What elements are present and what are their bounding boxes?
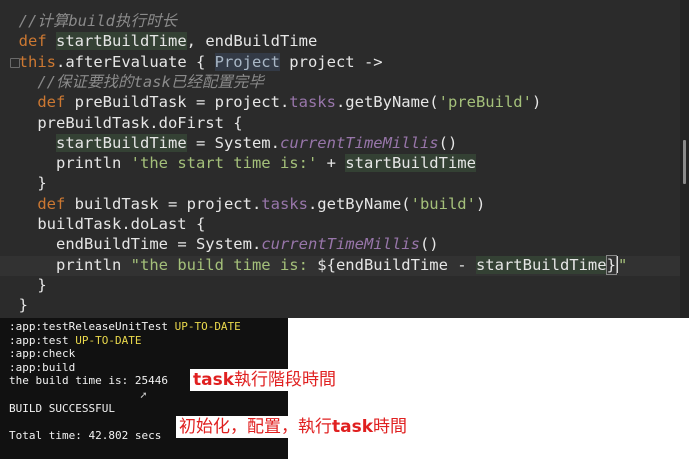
code-line[interactable]: this.afterEvaluate { Project project -> bbox=[0, 52, 383, 72]
code-token: startBuildTime bbox=[345, 154, 476, 173]
code-line[interactable]: } bbox=[0, 173, 47, 193]
code-token: startBuildTime bbox=[56, 133, 187, 152]
code-token: tasks bbox=[289, 93, 336, 112]
code-token: = System. bbox=[186, 133, 280, 152]
code-line[interactable]: buildTask.doLast { bbox=[0, 214, 205, 234]
console-text: :app:testReleaseUnitTest bbox=[9, 320, 175, 333]
console-text: the build time is: 25446 bbox=[9, 374, 168, 388]
code-token: .afterEvaluate { bbox=[56, 52, 215, 71]
code-token: startBuildTime bbox=[56, 32, 187, 51]
console-text: :app:test bbox=[9, 333, 76, 347]
code-line[interactable]: } bbox=[0, 295, 28, 315]
code-token: startBuildTime bbox=[475, 255, 607, 274]
console-line: BUILD SUCCESSFUL bbox=[0, 402, 288, 416]
code-line[interactable]: preBuildTask.doFirst { bbox=[0, 113, 243, 133]
code-token: ) bbox=[531, 93, 542, 112]
code-token: } bbox=[37, 275, 47, 294]
mouse-cursor-icon: ➚ bbox=[140, 389, 147, 402]
code-editor[interactable]: //计算build执行时长 def startBuildTime, endBui… bbox=[0, 0, 689, 318]
task-status: UP-TO-DATE bbox=[174, 320, 241, 333]
code-line[interactable]: def startBuildTime, endBuildTime bbox=[0, 31, 317, 51]
code-token: endBuildTime - bbox=[335, 255, 476, 274]
code-line[interactable]: def buildTask = project.tasks.getByName(… bbox=[0, 194, 485, 214]
code-token: //保证要找的task已经配置完毕 bbox=[37, 72, 264, 91]
annotation-bold-text: task bbox=[193, 370, 235, 390]
code-token: .getByName( bbox=[335, 93, 439, 112]
scrollbar-thumb[interactable] bbox=[683, 140, 686, 184]
code-line[interactable]: //保证要找的task已经配置完毕 bbox=[0, 72, 264, 92]
code-token: + bbox=[317, 154, 346, 173]
annotation-text: 初始化，配置，執行 bbox=[179, 417, 332, 437]
code-line[interactable]: def preBuildTask = project.tasks.getByNa… bbox=[0, 92, 541, 112]
code-token: Project bbox=[214, 52, 280, 71]
console-text: BUILD SUCCESSFUL bbox=[9, 401, 115, 415]
code-token: buildTask.doLast { bbox=[37, 215, 206, 233]
code-token: 'preBuild' bbox=[438, 93, 532, 112]
annotation-total-time: 初始化，配置，執行task時間 bbox=[176, 416, 411, 438]
code-token: "the build time is: bbox=[130, 255, 318, 274]
code-token: buildTask = project. bbox=[74, 194, 262, 213]
console-line: :app:testReleaseUnitTest UP-TO-DATE bbox=[0, 320, 288, 334]
console-text: :app:build bbox=[9, 360, 76, 374]
annotation-text: 執行階段時間 bbox=[234, 370, 337, 390]
code-line[interactable]: startBuildTime = System.currentTimeMilli… bbox=[0, 133, 457, 153]
code-token: preBuildTask.doFirst { bbox=[37, 113, 243, 132]
code-token: def bbox=[18, 32, 56, 51]
code-line[interactable]: endBuildTime = System.currentTimeMillis(… bbox=[0, 234, 439, 254]
code-token: " bbox=[617, 255, 628, 274]
code-token: ) bbox=[475, 194, 486, 213]
code-token: .getByName( bbox=[307, 194, 411, 213]
console-text: :app:check bbox=[9, 347, 76, 361]
code-line[interactable]: //计算build执行时长 bbox=[0, 11, 177, 31]
code-token: , endBuildTime bbox=[186, 32, 318, 51]
code-token: ${ bbox=[317, 255, 336, 274]
code-token: () bbox=[419, 235, 439, 254]
code-token: tasks bbox=[261, 194, 308, 213]
code-token: endBuildTime = System. bbox=[56, 235, 262, 254]
console-line: :app:check bbox=[0, 347, 288, 361]
code-line[interactable]: println "the build time is: ${endBuildTi… bbox=[0, 254, 628, 275]
annotation-task-execution: task執行階段時間 bbox=[190, 369, 340, 391]
code-token: 'build' bbox=[410, 194, 476, 213]
code-token: () bbox=[438, 133, 458, 152]
code-token: this bbox=[18, 52, 56, 71]
code-token: def bbox=[37, 194, 75, 213]
console-text: Total time: 42.802 secs bbox=[9, 428, 162, 442]
code-token: currentTimeMillis bbox=[279, 133, 439, 152]
console-line: :app:test UP-TO-DATE bbox=[0, 334, 288, 348]
annotation-bold-text: task bbox=[332, 417, 374, 437]
code-line[interactable]: println 'the start time is:' + startBuil… bbox=[0, 153, 476, 173]
code-token: preBuildTask = project. bbox=[74, 93, 290, 112]
code-line[interactable]: } bbox=[0, 275, 47, 295]
code-token: } bbox=[37, 174, 47, 193]
task-status: UP-TO-DATE bbox=[75, 333, 142, 347]
annotation-text: 時間 bbox=[373, 417, 408, 437]
code-token: println bbox=[56, 154, 131, 173]
code-token: project -> bbox=[279, 52, 383, 71]
fold-marker-icon[interactable] bbox=[10, 58, 20, 68]
code-token: println bbox=[56, 255, 131, 274]
code-token: 'the start time is:' bbox=[130, 154, 318, 173]
code-token: //计算build执行时长 bbox=[18, 12, 177, 30]
code-token: def bbox=[37, 93, 75, 112]
code-token: currentTimeMillis bbox=[261, 235, 420, 254]
code-token: } bbox=[605, 254, 617, 275]
code-token: } bbox=[18, 296, 29, 315]
